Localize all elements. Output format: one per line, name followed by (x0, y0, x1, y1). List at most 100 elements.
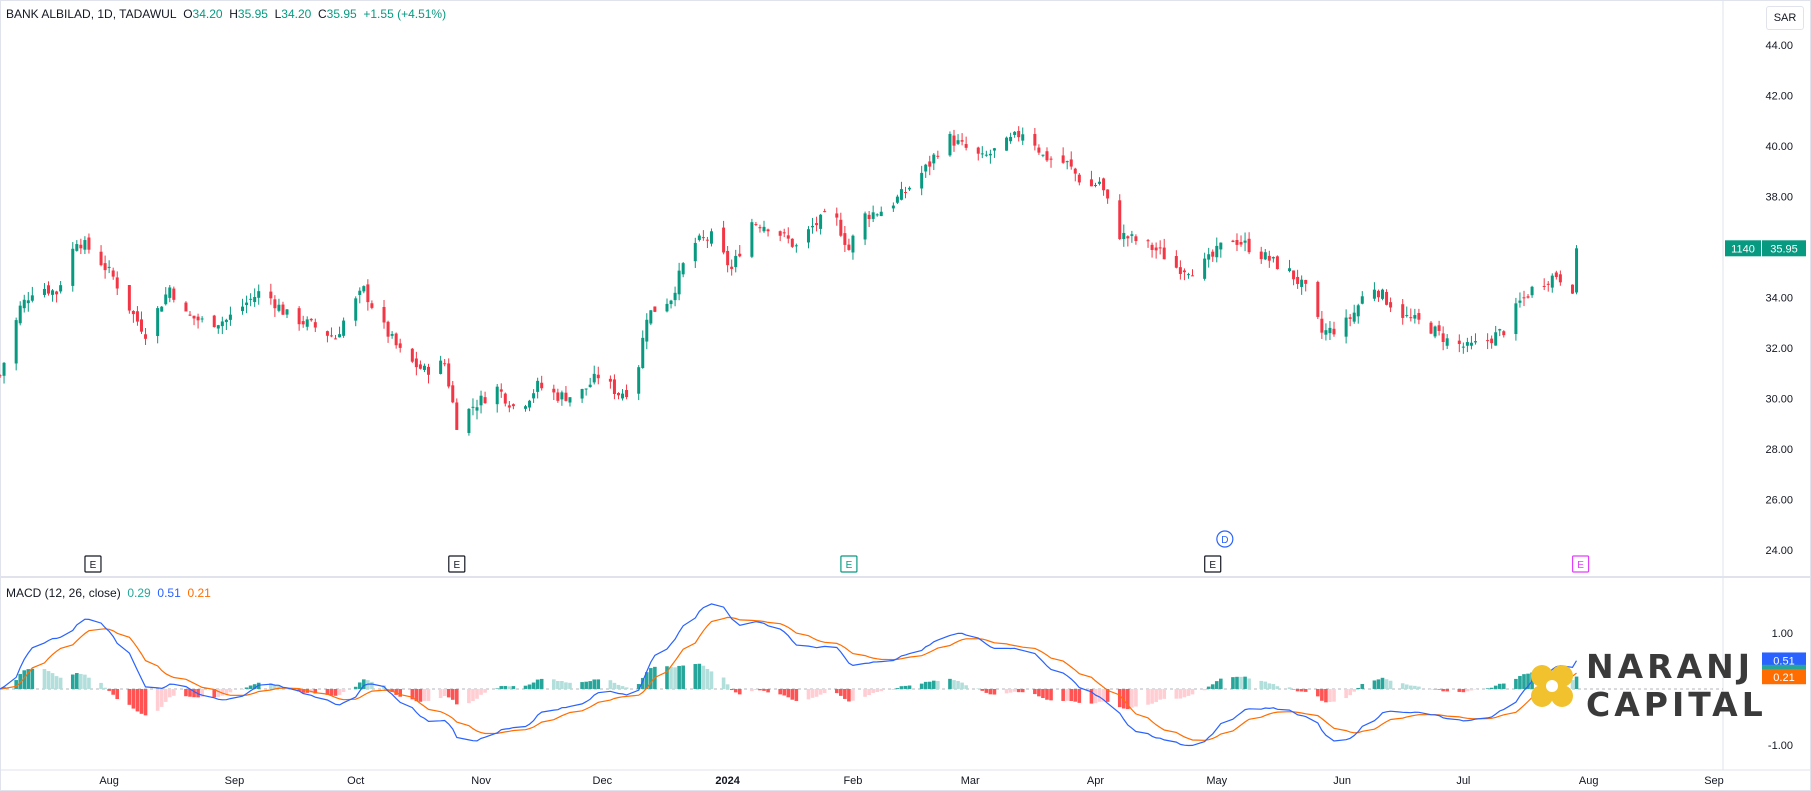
candle (1098, 177, 1102, 186)
currency-button[interactable]: SAR (1766, 6, 1804, 30)
candle-body (1073, 168, 1077, 174)
candle (705, 236, 709, 249)
candle (160, 306, 164, 312)
macd-hist-bar (1073, 688, 1078, 702)
macd-hist-bar (1190, 688, 1195, 695)
candle-body (867, 214, 871, 220)
macd-hist-bar (1291, 688, 1296, 690)
candle (184, 301, 188, 312)
macd-hist-bar (1267, 683, 1272, 689)
candle-body (621, 393, 625, 399)
candle-body (127, 285, 131, 311)
event-marker-e: E (84, 555, 102, 573)
candle-body (1320, 318, 1324, 333)
candle (309, 318, 313, 322)
candle (988, 149, 992, 164)
macd-hist-bar (624, 687, 629, 689)
macd-hist-bar (333, 688, 338, 696)
candle-body (754, 224, 758, 226)
candle-body (988, 153, 992, 156)
candle (540, 375, 544, 391)
macd-hist-bar (786, 688, 791, 698)
candle (1296, 269, 1300, 289)
candle (1033, 127, 1037, 151)
candle-body (899, 189, 903, 200)
candle (358, 287, 362, 304)
candle (616, 392, 620, 400)
macd-hist-bar (184, 688, 188, 697)
macd-hist-bar (1247, 678, 1251, 689)
macd-hist-bar (960, 682, 964, 689)
candle (1316, 280, 1320, 320)
candle (560, 390, 564, 406)
candle-body (483, 397, 487, 404)
candle-body (1457, 340, 1461, 344)
candle-body (1077, 174, 1081, 183)
macd-hist-bar (980, 688, 985, 691)
candle (115, 271, 119, 295)
candle-body (503, 393, 507, 404)
open-value: 34.20 (192, 7, 223, 21)
candle-body (596, 374, 600, 379)
candle (1328, 321, 1332, 341)
candle (750, 218, 754, 259)
candle (499, 383, 503, 398)
macd-hist-bar (814, 688, 819, 697)
time-tick-label: Dec (593, 775, 613, 787)
candle (495, 384, 499, 413)
candle-body (115, 277, 119, 289)
candle-body (196, 316, 200, 321)
candle (273, 295, 277, 317)
candle (1267, 250, 1271, 268)
candle (766, 228, 770, 237)
candle-body (1465, 342, 1469, 346)
macd-hist-bar (442, 688, 447, 697)
candle (794, 243, 798, 253)
macd-hist-bar (87, 677, 91, 689)
candle (1259, 246, 1263, 264)
macd-hist-bar (1020, 688, 1025, 693)
time-tick-label: Aug (1579, 775, 1599, 787)
candle (1102, 177, 1106, 196)
candle-body (669, 300, 673, 305)
candle (1437, 320, 1441, 336)
macd-hist-bar (1263, 681, 1268, 689)
macd-hist-bar (172, 688, 176, 696)
candle-body (734, 255, 738, 268)
candle (1158, 240, 1162, 255)
candle (908, 186, 912, 192)
candle (79, 238, 83, 255)
candle-body (665, 303, 669, 312)
macd-hist-bar (1352, 688, 1357, 692)
macd-hist-bar (596, 679, 601, 689)
candle-body (325, 331, 329, 336)
candle (730, 259, 734, 276)
candle (637, 365, 641, 401)
candle (778, 230, 782, 242)
macd-hist-bar (1069, 688, 1074, 701)
candle-body (1554, 272, 1558, 278)
macd-hist-bar (1041, 688, 1045, 699)
candle (669, 299, 673, 309)
macd-hist-bar (721, 677, 726, 689)
candle (354, 296, 358, 327)
candle (1271, 256, 1275, 263)
candle-body (200, 318, 204, 320)
macd-hist-bar (135, 688, 140, 712)
macd-hist-bar (1049, 688, 1053, 701)
candle (26, 292, 30, 312)
candle (681, 261, 685, 278)
macd-hist-bar (475, 688, 479, 699)
macd-hist-bar (531, 682, 536, 689)
candle-body (1498, 329, 1502, 331)
candle (410, 347, 414, 363)
event-marker-e: E (840, 555, 858, 573)
candle-body (18, 305, 22, 324)
candle (891, 202, 895, 212)
candle-body (1243, 240, 1247, 243)
candle (1182, 268, 1186, 281)
candle (192, 315, 196, 326)
candle-body (1413, 315, 1417, 319)
close-label: C (318, 7, 327, 21)
symbol-title: BANK ALBILAD, 1D, TADAWUL (6, 7, 177, 21)
